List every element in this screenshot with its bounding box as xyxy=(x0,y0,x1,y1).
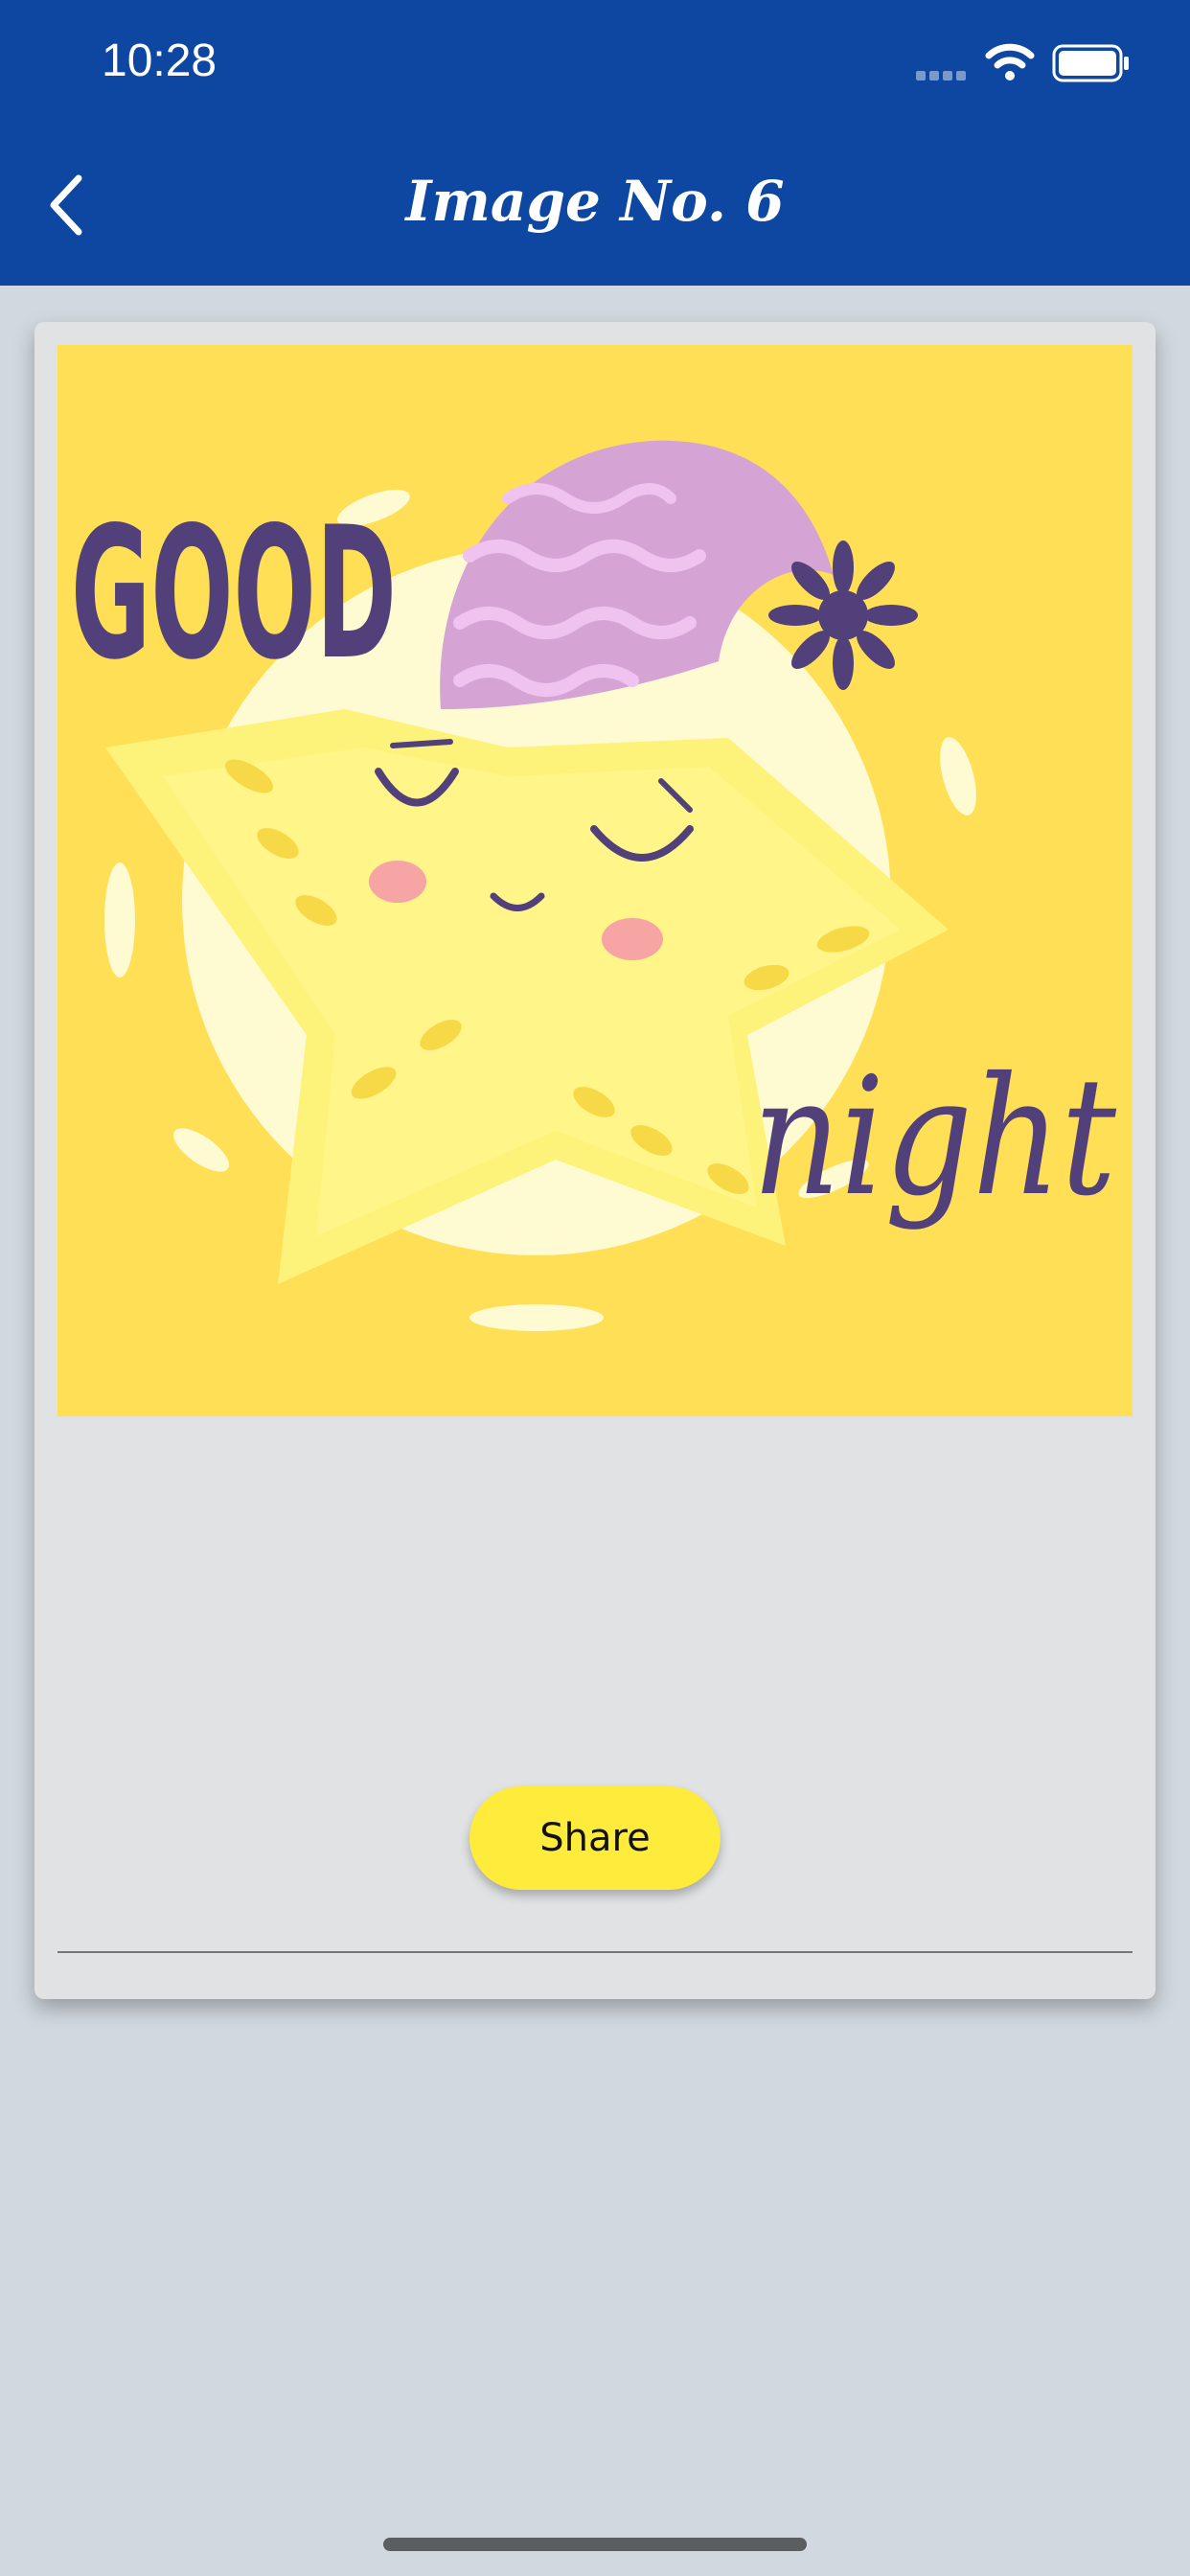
wifi-icon xyxy=(985,43,1035,80)
page-title: Image No. 6 xyxy=(405,169,785,234)
image-text-night: night xyxy=(752,1043,1117,1232)
divider xyxy=(57,1951,1133,1953)
home-indicator[interactable] xyxy=(383,2538,807,2551)
share-button[interactable]: Share xyxy=(469,1786,721,1890)
status-time: 10:28 xyxy=(102,35,217,86)
top-app-bar: 10:28 Image No. 6 xyxy=(0,0,1190,286)
good-night-image: GOOD night xyxy=(57,345,1133,1416)
image-text-good: GOOD xyxy=(71,488,397,700)
battery-icon xyxy=(1052,44,1129,82)
cellular-signal-icon xyxy=(916,71,970,82)
image-card: GOOD night Share xyxy=(34,322,1156,1999)
sleeping-star-illustration: GOOD night xyxy=(57,345,1133,1416)
